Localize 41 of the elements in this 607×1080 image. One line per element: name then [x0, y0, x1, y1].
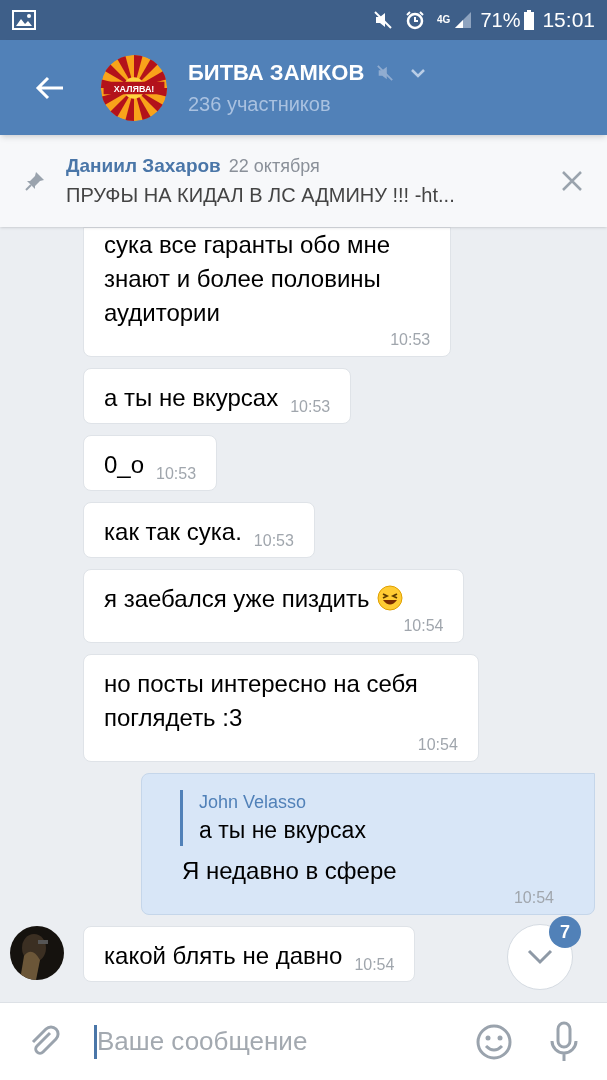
message-time: 10:54 — [402, 616, 444, 636]
pinned-author: Даниил Захаров — [66, 153, 221, 178]
group-avatar: ХАЛЯВА! — [100, 53, 168, 122]
chevron-down-icon — [527, 949, 553, 965]
message-text: Я недавно в сфере — [182, 856, 398, 886]
clock: 15:01 — [542, 7, 595, 34]
reply-text: а ты не вкурсах — [199, 816, 367, 845]
pinned-date: 22 октября — [228, 154, 320, 178]
message-text: а ты не вкурсах — [104, 383, 279, 413]
participant-count: 236 участников — [188, 92, 332, 117]
message-time: 10:53 — [290, 397, 331, 417]
message-time: 10:54 — [416, 735, 458, 755]
pin-icon — [24, 170, 46, 192]
signal-icon — [454, 11, 473, 29]
microphone-icon[interactable] — [549, 1020, 579, 1063]
message-text: сука все гаранты обо мне знают и более половины аудитории — [104, 230, 391, 328]
emoji-icon[interactable] — [475, 1022, 513, 1061]
back-arrow-icon — [35, 75, 65, 100]
unread-badge: 7 — [549, 916, 581, 948]
close-icon — [561, 170, 583, 192]
pinned-message-bar[interactable]: Даниил Захаров 22 октября ПРУФЫ НА КИДАЛ В ЛС АДМИНУ !!! -ht... — [0, 135, 607, 227]
alarm-icon — [405, 10, 426, 30]
network-type: 4G — [437, 15, 451, 25]
message-time: 10:53 — [253, 531, 294, 551]
battery-icon — [524, 10, 535, 30]
battery-percent: 71% — [480, 8, 521, 33]
chat-title: БИТВА ЗАМКОВ — [188, 59, 365, 87]
message-time: 10:53 — [389, 330, 431, 350]
message-text: 0_o — [104, 450, 145, 480]
image-icon — [12, 10, 36, 30]
message-time: 10:53 — [156, 464, 197, 484]
message-text: но посты интересно на себя поглядеть :3 — [104, 669, 418, 733]
message-text: я заебался уже пиздить — [104, 582, 404, 616]
pinned-text: ПРУФЫ НА КИДАЛ В ЛС АДМИНУ !!! -ht... — [66, 183, 456, 209]
message-text: как так сука. — [104, 517, 242, 547]
reply-author: John Velasso — [199, 791, 308, 814]
message-text: какой блять не давно — [104, 941, 343, 971]
mute-icon — [373, 10, 394, 30]
chevron-down-icon[interactable] — [410, 67, 427, 78]
message-time: 10:54 — [512, 888, 554, 908]
message-time: 10:54 — [354, 955, 395, 975]
